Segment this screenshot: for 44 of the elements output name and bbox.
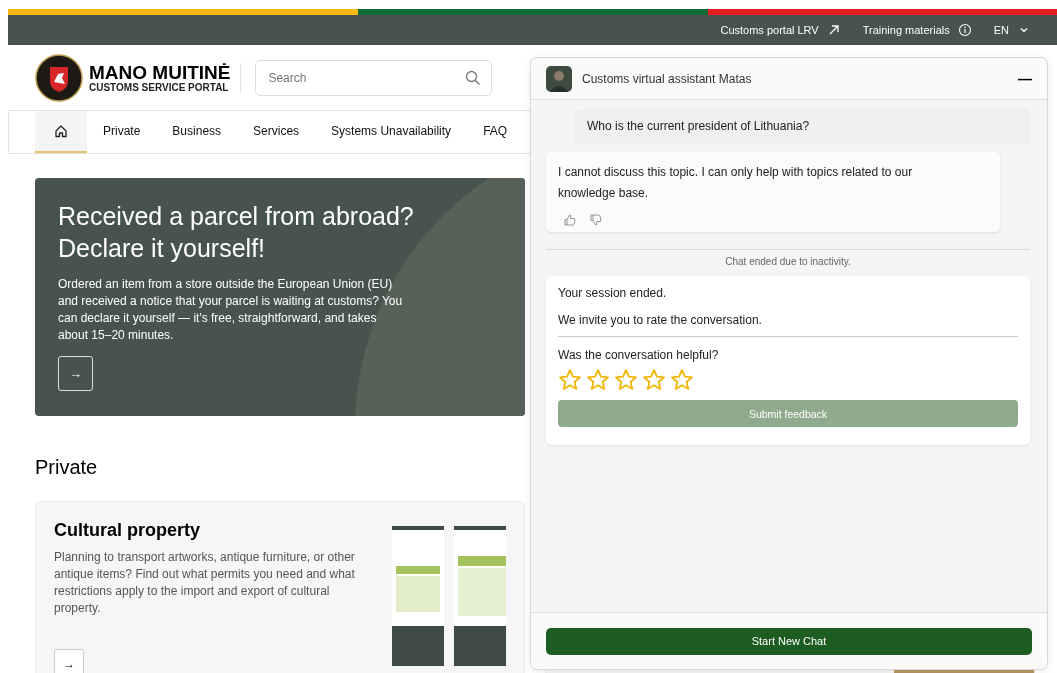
info-icon [957, 23, 972, 37]
thumbs-down-icon [590, 214, 602, 226]
logo-subtitle: CUSTOMS SERVICE PORTAL [89, 81, 230, 93]
thumbs-up-icon [564, 214, 576, 226]
emblem-icon [35, 53, 83, 102]
nav-tab[interactable]: Services [237, 111, 316, 153]
minimize-button[interactable]: — [1018, 70, 1032, 87]
rating-text: Your session ended. [558, 286, 668, 300]
hero-text: Ordered an item from a store outside the European Union (EU) and received a notice that your parcel is waiting at customs? You can declare it yourself — it's free, straightforward, and takes about 15–20 minutes. [58, 276, 404, 344]
nav-tab[interactable]: Systems Unavailability [315, 111, 468, 153]
nav-tab[interactable]: Business [156, 111, 238, 153]
thumbs-up-button[interactable] [564, 214, 576, 226]
card-text: Planning to transport artworks, antique furniture, or other antique items? Find out what permits you need and what restrictions apply to the import and export of cultural property. [54, 549, 356, 617]
star-icon[interactable] [642, 368, 666, 392]
arrow-button[interactable]: → [54, 649, 84, 673]
avatar-icon [546, 65, 572, 92]
logo-title: MANO MUITINĖ [89, 62, 231, 82]
arrow-button[interactable]: → [58, 356, 93, 391]
top-link[interactable]: Training materials [862, 23, 972, 37]
top-link[interactable]: Customs portal LRV [720, 23, 841, 37]
message-text: I cannot discuss this topic. I can only help with topics related to our knowledge base. [558, 164, 914, 202]
status-notice: Chat ended due to inactivity. [724, 256, 852, 267]
start-chat-button[interactable]: Start New Chat [546, 627, 1032, 655]
nav-tab[interactable] [35, 111, 87, 153]
star-icon[interactable] [614, 368, 638, 392]
star-rating[interactable] [558, 368, 694, 392]
nav-tab[interactable]: FAQ [467, 111, 524, 153]
hero-title: Received a parcel from abroad? Declare it yourself! [58, 201, 415, 264]
language-selector[interactable]: EN [993, 24, 1029, 36]
search-icon [465, 69, 482, 86]
card-title: Cultural property [54, 520, 201, 541]
star-icon[interactable] [670, 368, 694, 392]
rating-text: We invite you to rate the conversation. [558, 313, 763, 327]
section-title: Private [35, 456, 99, 479]
nav-tab[interactable]: Private [87, 111, 157, 153]
star-icon[interactable] [586, 368, 610, 392]
chevron-down-icon [1019, 25, 1029, 35]
user-message: Who is the current president of Lithuania? [575, 109, 1030, 143]
chat-title: Customs virtual assistant Matas [582, 71, 753, 86]
star-icon[interactable] [558, 368, 582, 392]
thumbs-down-button[interactable] [590, 214, 602, 226]
search-field[interactable]: Search [255, 59, 493, 96]
rating-question: Was the conversation helpful? [558, 348, 720, 362]
home-icon [54, 124, 68, 138]
